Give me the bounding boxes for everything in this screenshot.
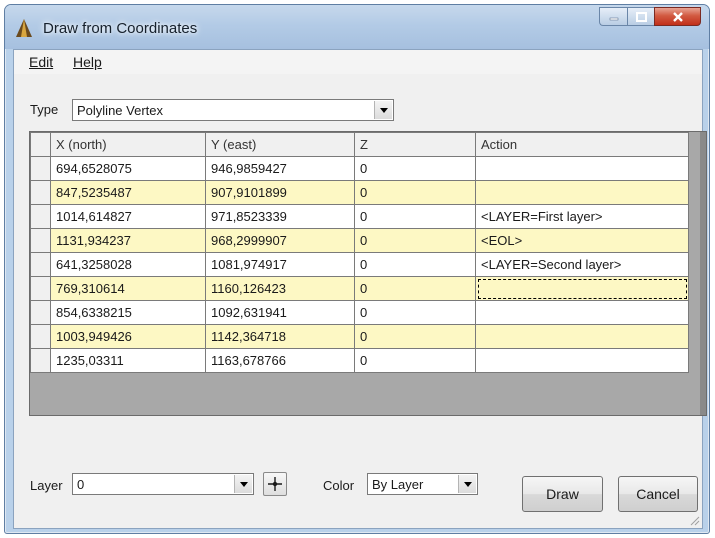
cell-x[interactable]: 1003,949426 [50,324,206,349]
cell-z[interactable]: 0 [354,180,476,205]
table-row: 1014,614827 971,8523339 0 <LAYER=First l… [30,204,689,229]
coordinates-grid: X (north) Y (east) Z Action 694,6528075 … [29,131,707,416]
row-selector[interactable] [30,300,51,325]
cell-y[interactable]: 1081,974917 [205,252,355,277]
menu-bar: Edit Help [14,50,702,74]
dialog-window: Draw from Coordinates Edit Help Type Pol… [4,4,710,534]
layer-label: Layer [30,478,63,493]
cell-z[interactable]: 0 [354,300,476,325]
cell-action[interactable] [475,156,689,181]
close-icon [672,11,683,22]
chevron-down-icon[interactable] [374,101,392,119]
cell-z[interactable]: 0 [354,156,476,181]
type-select[interactable]: Polyline Vertex [72,99,394,121]
cell-y[interactable]: 907,9101899 [205,180,355,205]
title-bar[interactable]: Draw from Coordinates [5,5,709,49]
chevron-down-icon[interactable] [458,475,476,493]
chevron-down-icon[interactable] [234,475,252,493]
cell-x[interactable]: 847,5235487 [50,180,206,205]
cell-y[interactable]: 946,9859427 [205,156,355,181]
cell-x[interactable]: 854,6338215 [50,300,206,325]
minimize-icon [609,17,618,20]
coordinates-table: X (north) Y (east) Z Action 694,6528075 … [30,132,689,373]
corner-header[interactable] [30,132,51,157]
pyramid-app-icon [16,19,32,37]
draw-button[interactable]: Draw [522,476,603,512]
menu-help[interactable]: Help [73,54,102,70]
type-select-value: Polyline Vertex [77,103,163,118]
cell-y[interactable]: 1163,678766 [205,348,355,373]
table-row: 1003,949426 1142,364718 0 [30,324,689,349]
table-row: 641,3258028 1081,974917 0 <LAYER=Second … [30,252,689,277]
minimize-button[interactable] [599,7,627,26]
color-select[interactable]: By Layer [367,473,478,495]
row-selector[interactable] [30,252,51,277]
window-title: Draw from Coordinates [43,20,198,37]
cell-action[interactable] [475,324,689,349]
column-header-action[interactable]: Action [475,132,689,157]
type-label: Type [30,102,59,117]
layer-select[interactable]: 0 [72,473,254,495]
cell-x[interactable]: 641,3258028 [50,252,206,277]
cell-action[interactable] [475,300,689,325]
column-header-z[interactable]: Z [354,132,476,157]
table-row: 854,6338215 1092,631941 0 [30,300,689,325]
cell-z[interactable]: 0 [354,348,476,373]
cell-x[interactable]: 1014,614827 [50,204,206,229]
row-selector[interactable] [30,180,51,205]
cell-z[interactable]: 0 [354,228,476,253]
cell-action-selected[interactable] [475,276,689,301]
pick-layer-button[interactable] [263,472,287,496]
layer-select-value: 0 [77,477,85,492]
cell-y[interactable]: 968,2999907 [205,228,355,253]
table-row: 1235,03311 1163,678766 0 [30,348,689,373]
cell-action[interactable] [475,348,689,373]
row-selector[interactable] [30,228,51,253]
row-selector[interactable] [30,348,51,373]
header-row: X (north) Y (east) Z Action [30,132,689,157]
table-row: 1131,934237 968,2999907 0 <EOL> [30,228,689,253]
row-selector[interactable] [30,324,51,349]
cell-y[interactable]: 1142,364718 [205,324,355,349]
row-selector[interactable] [30,156,51,181]
close-button[interactable] [654,7,701,26]
row-selector[interactable] [30,276,51,301]
color-label: Color [323,478,355,493]
cell-z[interactable]: 0 [354,204,476,229]
cell-z[interactable]: 0 [354,276,476,301]
caption-buttons [599,7,701,27]
cell-z[interactable]: 0 [354,252,476,277]
table-row: 847,5235487 907,9101899 0 [30,180,689,205]
column-header-y[interactable]: Y (east) [205,132,355,157]
cell-action[interactable]: <LAYER=First layer> [475,204,689,229]
column-header-x[interactable]: X (north) [50,132,206,157]
cell-action[interactable]: <LAYER=Second layer> [475,252,689,277]
table-row: 769,310614 1160,126423 0 [30,276,689,301]
maximize-icon [635,11,647,22]
color-select-value: By Layer [372,477,424,492]
resize-grip-icon[interactable] [688,514,700,526]
cell-y[interactable]: 1092,631941 [205,300,355,325]
menu-help-label: Help [73,54,102,70]
cell-x[interactable]: 1235,03311 [50,348,206,373]
cell-action[interactable] [475,180,689,205]
cell-x[interactable]: 769,310614 [50,276,206,301]
grid-right-edge [700,132,706,415]
crosshair-pick-icon [268,477,282,491]
menu-edit-label: Edit [29,54,54,70]
cell-x[interactable]: 694,6528075 [50,156,206,181]
menu-edit[interactable]: Edit [29,54,53,70]
table-row: 694,6528075 946,9859427 0 [30,156,689,181]
cell-y[interactable]: 971,8523339 [205,204,355,229]
dialog-client-area: Edit Help Type Polyline Vertex X (north)… [13,49,707,529]
row-selector[interactable] [30,204,51,229]
cell-z[interactable]: 0 [354,324,476,349]
cell-action[interactable]: <EOL> [475,228,689,253]
cell-x[interactable]: 1131,934237 [50,228,206,253]
maximize-button[interactable] [627,7,654,26]
cancel-button[interactable]: Cancel [618,476,698,512]
cell-y[interactable]: 1160,126423 [205,276,355,301]
